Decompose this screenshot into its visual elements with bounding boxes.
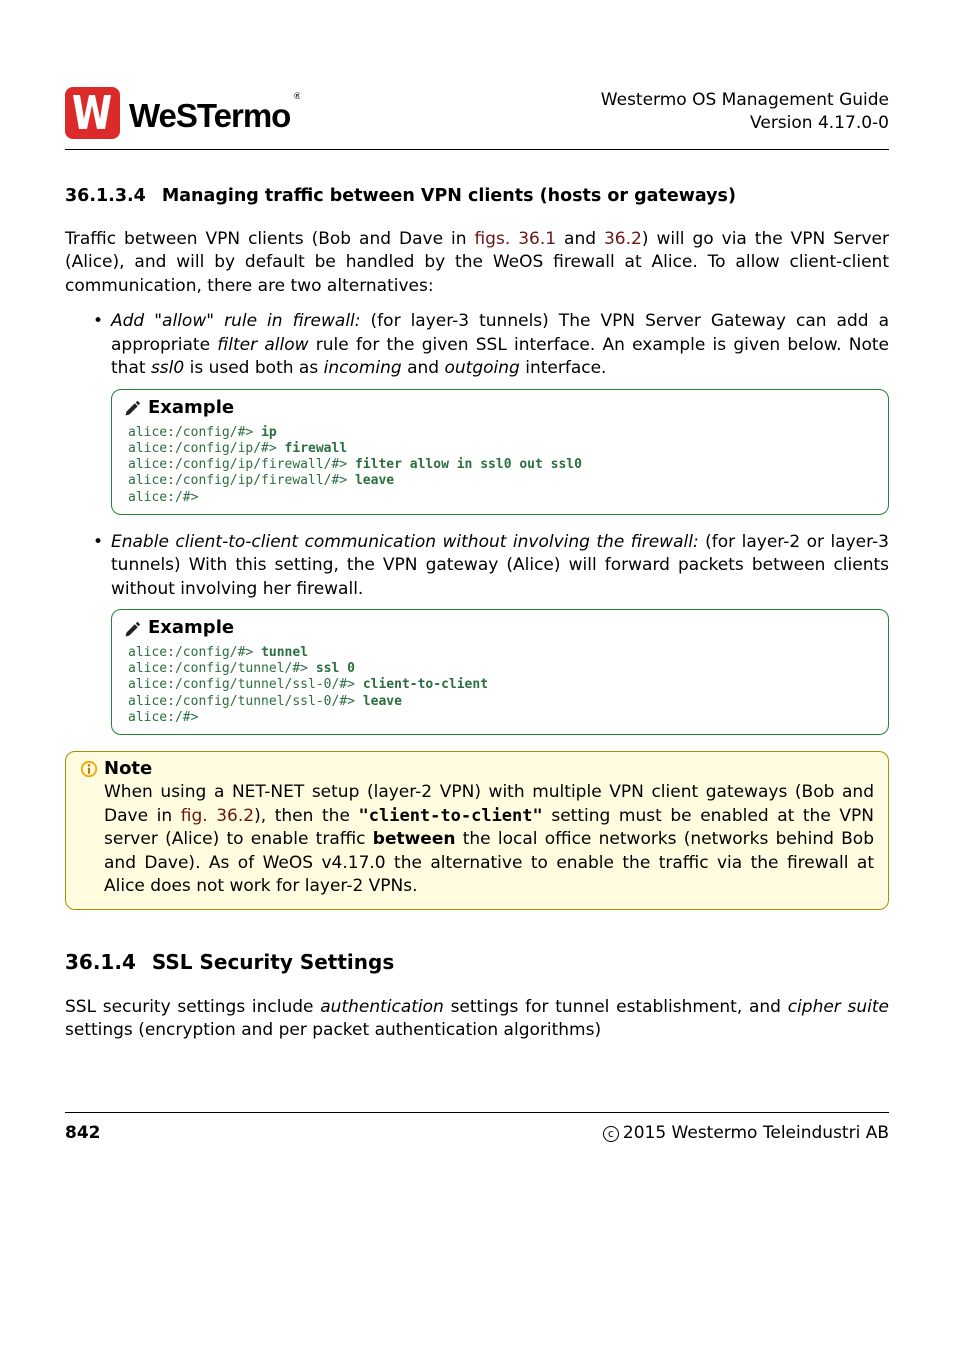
example-box-firewall: Example alice:/config/#> ip alice:/confi… [111,389,889,515]
subsection-title: Managing traffic between VPN clients (ho… [162,186,736,206]
subsection-heading: 36.1.3.4 Managing traffic between VPN cli… [65,186,889,206]
page-footer: 842 c2015 Westermo Teleindustri AB [65,1123,889,1143]
footer-rule [65,1112,889,1113]
page-number: 842 [65,1123,101,1143]
code-block-tunnel: alice:/config/#> tunnel alice:/config/tu… [124,645,876,726]
fig-36-1-link[interactable]: figs. 36.1 [474,229,556,249]
page-header: WeSTermo ® Westermo OS Management Guide … [65,85,889,141]
doc-title: Westermo OS Management Guide [601,89,889,112]
fig-36-2-link[interactable]: 36.2 [604,229,642,249]
note-box: Note When using a NET-NET setup (layer-2… [65,751,889,909]
copyright-text: c2015 Westermo Teleindustri AB [603,1123,889,1143]
svg-text:WeSTermo: WeSTermo [129,97,290,134]
pencil-icon [124,620,142,638]
fig-36-2-link-note[interactable]: fig. 36.2 [181,806,254,826]
info-icon [80,760,98,778]
note-body: When using a NET-NET setup (layer-2 VPN)… [80,781,874,898]
pencil-icon [124,399,142,417]
header-rule [65,149,889,150]
logo: WeSTermo ® [65,85,300,141]
section-number: 36.1.4 [65,950,136,974]
doc-version: Version 4.17.0-0 [601,112,889,135]
ssl-paragraph: SSL security settings include authentica… [65,996,889,1043]
section-title: SSL Security Settings [152,950,394,974]
note-title-text: Note [104,758,152,779]
example-box-tunnel: Example alice:/config/#> tunnel alice:/c… [111,609,889,735]
westermo-logo-icon: WeSTermo ® [65,85,300,141]
bullet-item-client-to-client: Enable client-to-client communication wi… [93,531,889,735]
bullet-item-firewall: Add "allow" rule in firewall: (for layer… [93,310,889,514]
example-label: Example [148,616,234,641]
intro-paragraph: Traffic between VPN clients (Bob and Dav… [65,228,889,298]
code-block-firewall: alice:/config/#> ip alice:/config/ip/#> … [124,425,876,506]
example-label: Example [148,396,234,421]
subsection-number: 36.1.3.4 [65,186,146,206]
svg-text:®: ® [293,92,300,102]
section-heading: 36.1.4 SSL Security Settings [65,950,889,974]
